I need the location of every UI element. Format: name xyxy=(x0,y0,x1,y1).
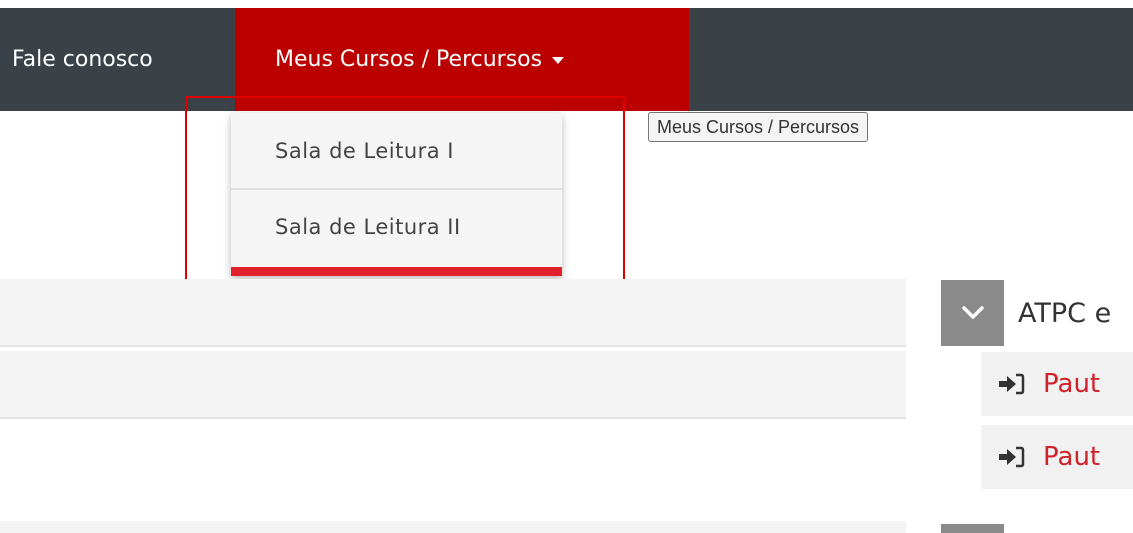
sign-in-icon xyxy=(997,372,1027,396)
tooltip: Meus Cursos / Percursos xyxy=(648,112,869,142)
sidebar-link[interactable]: Paut xyxy=(981,352,1133,416)
caret-down-icon xyxy=(552,57,565,64)
content-row xyxy=(0,279,906,347)
highlight-annotation-box xyxy=(185,96,625,306)
chevron-down-icon xyxy=(961,306,984,319)
content-row xyxy=(0,521,906,533)
nav-fale-conosco[interactable]: Fale conosco xyxy=(12,8,153,111)
sidebar-link[interactable]: Paut xyxy=(981,425,1133,489)
nav-fale-conosco-label: Fale conosco xyxy=(12,47,153,72)
tooltip-text: Meus Cursos / Percursos xyxy=(657,116,860,137)
sidebar-link-label: Paut xyxy=(1043,369,1101,399)
sidebar-link-label: Paut xyxy=(1043,442,1101,472)
sidebar-section-header-partial xyxy=(941,524,1004,533)
content-row xyxy=(0,351,906,419)
sidebar-section-title: ATPC e xyxy=(1018,297,1112,329)
sign-in-icon xyxy=(997,445,1027,469)
sidebar-section-header[interactable]: ATPC e xyxy=(941,280,1133,346)
collapse-toggle-button[interactable] xyxy=(941,280,1004,346)
nav-meus-cursos-label: Meus Cursos / Percursos xyxy=(275,47,543,72)
